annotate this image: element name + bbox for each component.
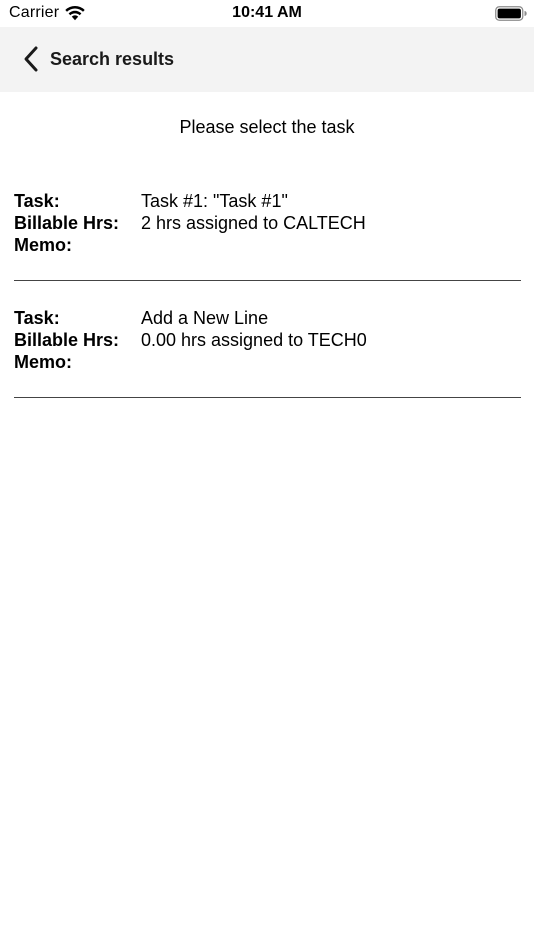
back-button[interactable]: Search results — [20, 43, 174, 75]
status-bar: Carrier 10:41 AM — [0, 0, 534, 27]
task-label: Task: — [14, 191, 60, 211]
clock: 10:41 AM — [232, 4, 302, 21]
task-label: Task: — [14, 308, 60, 328]
billable-hours: 2 hrs assigned to CALTECH — [141, 213, 366, 233]
back-button-label: Search results — [50, 48, 175, 69]
billable-row: Billable Hrs: 2 hrs assigned to CALTECH — [14, 212, 521, 234]
billable-hours: 0.00 hrs assigned to TECH0 — [141, 330, 367, 350]
task-name: Task #1: "Task #1" — [141, 191, 288, 211]
billable-label: Billable Hrs: — [14, 213, 120, 233]
task-item[interactable]: Task: Add a New Line Billable Hrs: 0.00 … — [14, 307, 521, 373]
billable-label: Billable Hrs: — [14, 330, 120, 350]
page-prompt: Please select the task — [179, 117, 355, 137]
chevron-left-icon — [24, 46, 38, 72]
task-item[interactable]: Task: Task #1: "Task #1" Billable Hrs: 2… — [14, 190, 521, 256]
task-row: Task: Add a New Line — [14, 307, 521, 329]
divider — [14, 397, 521, 398]
task-name: Add a New Line — [141, 308, 269, 328]
divider — [14, 280, 521, 281]
task-row: Task: Task #1: "Task #1" — [14, 190, 521, 212]
battery-icon — [495, 6, 527, 21]
navigation-bar: Search results — [0, 27, 534, 92]
memo-row: Memo: — [14, 351, 521, 373]
memo-label: Memo: — [14, 235, 72, 255]
memo-row: Memo: — [14, 234, 521, 256]
billable-row: Billable Hrs: 0.00 hrs assigned to TECH0 — [14, 329, 521, 351]
memo-label: Memo: — [14, 352, 72, 372]
